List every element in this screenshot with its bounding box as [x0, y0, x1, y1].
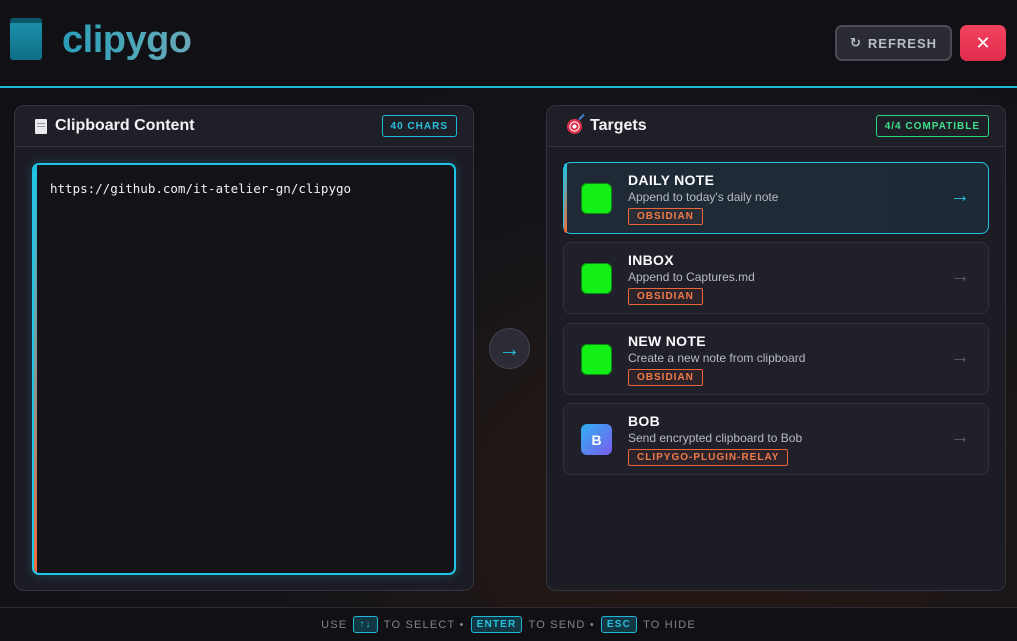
target-app-icon	[581, 263, 612, 294]
hint-text: TO HIDE	[643, 618, 696, 631]
arrow-right-icon: →	[498, 335, 521, 361]
clipboard-title: Clipboard Content	[55, 117, 195, 134]
refresh-icon: ↻	[849, 35, 862, 50]
arrow-right-icon: →	[950, 346, 970, 368]
clipboard-panel: Clipboard Content 40 CHARS https://githu…	[14, 105, 474, 591]
target-new-note[interactable]: NEW NOTE Create a new note from clipboar…	[563, 323, 989, 395]
char-count-badge: 40 CHARS	[381, 115, 457, 137]
close-icon: ✕	[975, 32, 991, 53]
refresh-button[interactable]: ↻ REFRESH	[835, 25, 952, 61]
arrow-right-icon: →	[950, 265, 970, 287]
target-description: Create a new note from clipboard	[628, 351, 806, 365]
target-avatar-icon: B	[581, 424, 612, 455]
targets-title: Targets	[590, 117, 647, 134]
target-tag: OBSIDIAN	[628, 208, 703, 225]
target-tag: CLIPYGO-PLUGIN-RELAY	[628, 449, 789, 466]
enter-key-hint: ENTER	[470, 616, 523, 633]
target-tag: OBSIDIAN	[628, 369, 703, 386]
target-app-icon	[581, 183, 612, 214]
clipboard-logo-icon	[10, 18, 42, 60]
target-name: BOB	[628, 413, 661, 429]
arrow-right-icon: →	[950, 426, 970, 448]
keyboard-hints: USE ↑↓ TO SELECT • ENTER TO SEND • ESC T…	[0, 607, 1017, 641]
clipboard-panel-header: Clipboard Content 40 CHARS	[15, 106, 473, 147]
target-name: INBOX	[628, 252, 674, 268]
arrow-keys-hint: ↑↓	[353, 616, 378, 633]
close-button[interactable]: ✕	[960, 25, 1006, 61]
send-arrow-button[interactable]: →	[489, 328, 530, 369]
target-daily-note[interactable]: DAILY NOTE Append to today's daily note …	[563, 162, 989, 234]
arrow-right-icon: →	[950, 185, 970, 207]
refresh-label: REFRESH	[867, 35, 938, 51]
hint-text: TO SELECT •	[383, 618, 465, 631]
esc-key-hint: ESC	[600, 616, 638, 633]
target-description: Append to Captures.md	[628, 270, 755, 284]
target-bob[interactable]: B BOB Send encrypted clipboard to Bob CL…	[563, 403, 989, 475]
target-inbox[interactable]: INBOX Append to Captures.md OBSIDIAN →	[563, 242, 989, 314]
target-tag: OBSIDIAN	[628, 288, 703, 305]
target-description: Append to today's daily note	[628, 190, 779, 204]
clipboard-text: https://github.com/it-atelier-gn/clipygo	[50, 181, 352, 196]
target-name: NEW NOTE	[628, 333, 706, 349]
hint-text: TO SEND •	[528, 618, 595, 631]
target-name: DAILY NOTE	[628, 172, 715, 188]
document-icon	[35, 118, 47, 134]
target-description: Send encrypted clipboard to Bob	[628, 431, 803, 445]
targets-panel-header: Targets 4/4 COMPATIBLE	[547, 106, 1005, 147]
target-icon	[567, 118, 582, 134]
targets-panel: Targets 4/4 COMPATIBLE DAILY NOTE Append…	[546, 105, 1006, 591]
compatible-badge: 4/4 COMPATIBLE	[875, 115, 989, 137]
app-title: clipygo	[62, 19, 192, 61]
hint-text: USE	[321, 618, 348, 631]
clipboard-textarea[interactable]: https://github.com/it-atelier-gn/clipygo	[32, 163, 456, 575]
header: clipygo ↻ REFRESH ✕	[0, 0, 1017, 88]
target-app-icon	[581, 344, 612, 375]
